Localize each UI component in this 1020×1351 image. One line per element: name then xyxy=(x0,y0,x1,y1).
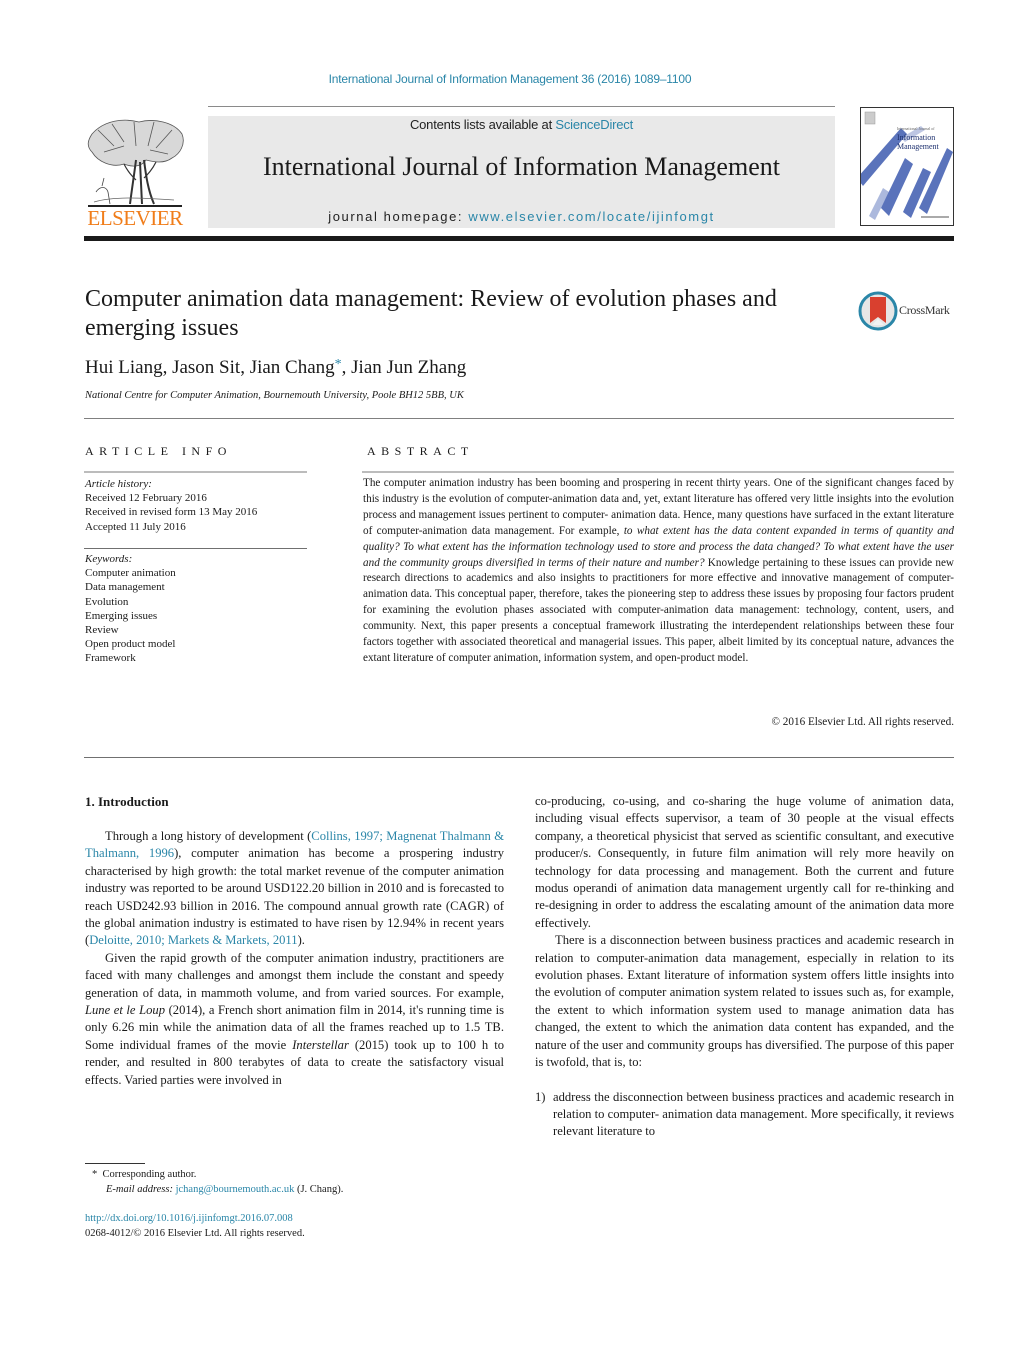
author-name[interactable]: Hui Liang xyxy=(85,357,163,378)
contents-available-line: Contents lists available at ScienceDirec… xyxy=(208,117,835,132)
journal-title: International Journal of Information Man… xyxy=(263,152,780,181)
sciencedirect-link[interactable]: ScienceDirect xyxy=(555,117,633,132)
cover-small-line: International Journal of xyxy=(897,126,935,131)
paragraph: Through a long history of development (C… xyxy=(85,828,504,950)
abstract-heading: ABSTRACT xyxy=(367,444,474,458)
film-title: Interstellar xyxy=(292,1037,349,1052)
keyword-item: Data management xyxy=(85,581,165,594)
body-column-left: Through a long history of development (C… xyxy=(85,828,504,1089)
keyword-item: Computer animation xyxy=(85,567,176,580)
doi-link[interactable]: http://dx.doi.org/10.1016/j.ijinfomgt.20… xyxy=(85,1213,293,1224)
footnote-rule xyxy=(85,1163,145,1164)
cover-line-1: Information xyxy=(897,133,936,142)
article-title: Computer animation data management: Revi… xyxy=(85,286,777,341)
contents-prefix: Contents lists available at xyxy=(409,117,556,132)
author-separator: , xyxy=(162,357,173,378)
header-top-rule xyxy=(208,106,835,107)
keyword-item: Framework xyxy=(85,652,136,665)
article-info-heading: ARTICLE INFO xyxy=(85,444,232,458)
author-separator: , xyxy=(341,357,352,378)
abstract-copyright: © 2016 Elsevier Ltd. All rights reserved… xyxy=(771,716,955,728)
abstract-body: The computer animation industry has been… xyxy=(363,476,954,667)
journal-cover-image[interactable]: International Journal of Information Man… xyxy=(860,107,954,226)
corresponding-author-mark[interactable]: * xyxy=(335,357,342,372)
cover-title: International Journal of Information Man… xyxy=(897,124,939,151)
author-separator: , xyxy=(240,357,250,378)
author-affiliation: National Centre for Computer Animation, … xyxy=(85,390,464,401)
email-suffix: (J. Chang). xyxy=(294,1183,344,1195)
text-run: Given the rapid growth of the computer a… xyxy=(85,950,504,1000)
footnote-text: Corresponding author. xyxy=(102,1169,197,1180)
keyword-item: Evolution xyxy=(85,595,129,608)
author-name[interactable]: Jian Jun Zhang xyxy=(351,357,466,378)
keywords-rule xyxy=(84,548,307,549)
footnote: * Corresponding author. E-mail address: … xyxy=(92,1168,343,1197)
homepage-link[interactable]: www.elsevier.com/locate/ijinfomgt xyxy=(468,209,714,224)
elsevier-logo-text: ELSEVIER xyxy=(87,206,183,230)
author-name[interactable]: Jason Sit xyxy=(172,357,240,378)
keyword-item: Emerging issues xyxy=(85,609,158,622)
article-history-label: Article history: xyxy=(85,478,152,490)
journal-reference-link[interactable]: International Journal of Information Man… xyxy=(0,72,1020,86)
email-link[interactable]: jchang@bournemouth.ac.uk xyxy=(176,1184,295,1195)
abstract-divider xyxy=(84,757,954,758)
text-run: ). xyxy=(297,933,305,948)
journal-homepage-line: journal homepage: www.elsevier.com/locat… xyxy=(208,209,835,224)
paragraph: There is a disconnection between busines… xyxy=(535,933,954,1070)
author-list: Hui Liang, Jason Sit, Jian Chang*, Jian … xyxy=(85,357,466,379)
homepage-prefix: journal homepage: xyxy=(328,209,469,224)
keywords-label: Keywords: xyxy=(85,553,133,565)
body-column-right: co-producing, co-using, and co-sharing t… xyxy=(535,793,954,1141)
paragraph: Given the rapid growth of the computer a… xyxy=(85,950,504,1089)
header-thick-rule xyxy=(84,236,954,241)
history-accepted: Accepted 11 July 2016 xyxy=(85,520,186,533)
email-label: E-mail address: xyxy=(106,1183,176,1195)
article-info-rule xyxy=(84,471,307,473)
keyword-item: Review xyxy=(85,624,119,637)
text-run: Through a long history of development ( xyxy=(105,829,312,843)
history-received: Received 12 February 2016 xyxy=(85,492,207,505)
doi-block: http://dx.doi.org/10.1016/j.ijinfomgt.20… xyxy=(85,1212,305,1241)
issn-copyright: 0268-4012/© 2016 Elsevier Ltd. All right… xyxy=(85,1227,305,1239)
article-history: Article history: Received 12 February 20… xyxy=(85,477,257,534)
cover-line-2: Management xyxy=(897,142,939,151)
list-number: 1) xyxy=(535,1089,546,1104)
film-title: Lune et le Loup xyxy=(85,1003,165,1018)
crossmark-icon[interactable] xyxy=(858,291,898,331)
paragraph-continued: co-producing, co-using, and co-sharing t… xyxy=(535,794,954,930)
abstract-rule xyxy=(362,471,954,473)
keyword-item: Open product model xyxy=(85,638,176,651)
section-heading-introduction: 1. Introduction xyxy=(85,794,169,809)
keywords-list: Keywords: Computer animation Data manage… xyxy=(85,552,176,666)
author-name[interactable]: Jian Chang xyxy=(250,357,335,378)
citation-link[interactable]: Deloitte, 2010; Markets & Markets, 2011 xyxy=(89,933,297,947)
abstract-text-part2: Knowledge pertaining to these issues can… xyxy=(363,556,955,664)
footnote-mark: * xyxy=(92,1169,98,1180)
list-text: address the disconnection between busine… xyxy=(553,1089,954,1139)
title-divider xyxy=(84,418,954,419)
crossmark-label[interactable]: CrossMark xyxy=(899,303,950,318)
list-item: 1) address the disconnection between bus… xyxy=(535,1089,954,1141)
history-revised: Received in revised form 13 May 2016 xyxy=(85,506,258,519)
